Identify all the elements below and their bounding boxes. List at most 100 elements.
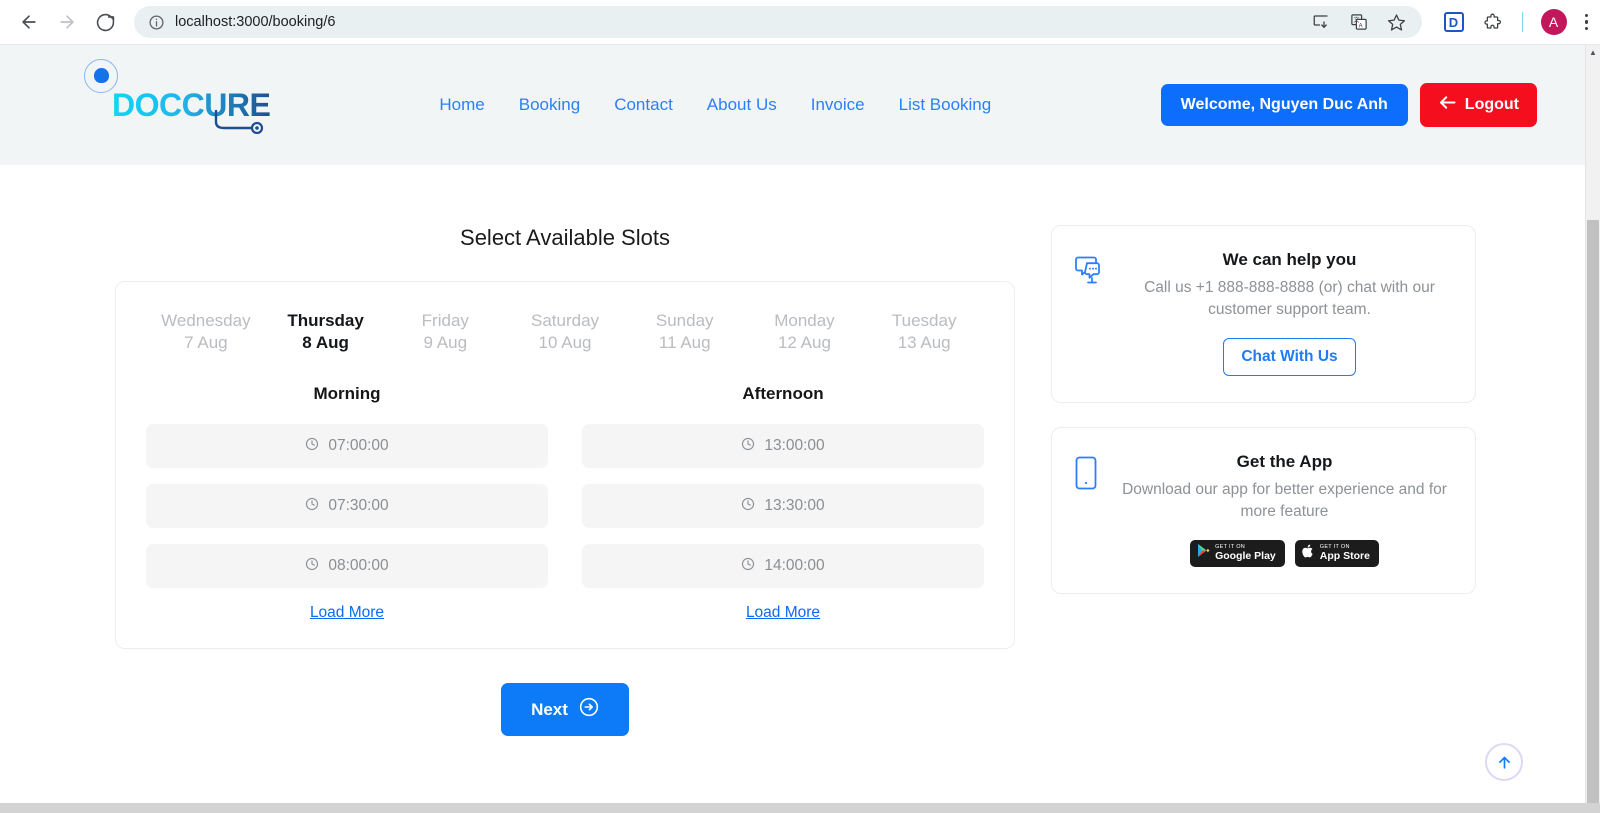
bookmark-star-icon[interactable] [1386,11,1408,33]
day-tab-date: 11 Aug [658,333,711,353]
arrow-left-icon [1438,95,1456,115]
browser-toolbar: localhost:3000/booking/6 文A D A [0,0,1600,45]
time-slot-button[interactable]: 13:30:00 [582,484,984,529]
nav-item-booking[interactable]: Booking [519,95,580,115]
chat-support-icon [1074,250,1108,376]
next-label: Next [531,699,568,719]
day-tab-weekday: Sunday [655,311,714,330]
site-info-icon[interactable] [148,14,165,31]
time-slot-label: 07:30:00 [328,497,389,515]
clock-icon [741,497,755,516]
web-page: DOCCURE Home Booking Contact About Us In… [0,45,1585,813]
day-tab-date: 9 Aug [423,333,468,353]
morning-slots: Morning 07:00:00 07:30:00 08:00:00 Load … [146,384,548,622]
day-tab-tuesday[interactable]: Tuesday 13 Aug [864,310,984,354]
day-tab-date: 13 Aug [897,333,951,353]
nav-item-about-us[interactable]: About Us [707,95,777,115]
os-taskbar [0,803,1600,813]
time-slot-button[interactable]: 14:00:00 [582,544,984,589]
clock-icon [305,497,319,516]
profile-avatar[interactable]: A [1540,9,1567,35]
time-slot-label: 08:00:00 [328,557,389,575]
help-card-title: We can help you [1222,250,1357,269]
day-tab-saturday[interactable]: Saturday 10 Aug [505,310,625,354]
time-slot-button[interactable]: 13:00:00 [582,424,984,469]
next-button-row: Next [115,683,1015,737]
google-play-icon [1197,543,1210,563]
google-play-name-label: Google Play [1215,549,1276,562]
chat-with-us-button[interactable]: Chat With Us [1223,337,1356,376]
afternoon-slots: Afternoon 13:00:00 13:30:00 14:00:00 Loa… [582,384,984,622]
install-app-icon[interactable] [1310,11,1332,33]
time-slot-label: 13:30:00 [764,497,825,515]
nav-item-invoice[interactable]: Invoice [811,95,865,115]
nav-item-list-booking[interactable]: List Booking [899,95,992,115]
day-tab-date: 8 Aug [302,333,349,353]
doccure-wordmark-icon: DOCCURE [112,88,271,134]
logout-button[interactable]: Logout [1419,83,1537,127]
day-tab-date: 7 Aug [184,333,228,353]
scroll-to-top-button[interactable] [1485,743,1523,781]
sidebar-column: We can help you Call us +1 888-888-8888 … [1051,225,1476,736]
nav-item-contact[interactable]: Contact [614,95,673,115]
reload-button[interactable] [88,5,122,39]
app-card-text: Download our app for better experience a… [1122,480,1447,521]
day-tab-date: 12 Aug [777,333,831,353]
extensions-puzzle-icon[interactable] [1482,11,1504,33]
time-slot-button[interactable]: 08:00:00 [146,544,548,589]
morning-heading: Morning [313,384,381,404]
next-button[interactable]: Next [501,683,629,737]
morning-load-more-link[interactable]: Load More [146,604,548,622]
header-actions: Welcome, Nguyen Duc Anh Logout [1160,83,1537,127]
day-tab-sunday[interactable]: Sunday 11 Aug [625,310,745,354]
google-play-badge[interactable]: GET IT ON Google Play [1190,539,1285,567]
logo-badge-icon [84,59,118,93]
main-navigation: Home Booking Contact About Us Invoice Li… [270,95,1161,115]
day-tab-thursday[interactable]: Thursday 8 Aug [266,310,386,354]
back-button[interactable] [12,5,46,39]
afternoon-load-more-link[interactable]: Load More [582,604,984,622]
day-tab-weekday: Tuesday [891,311,957,330]
scrollbar-up-arrow-icon[interactable]: ▲ [1586,45,1600,60]
apple-logo-icon [1302,543,1315,564]
toolbar-divider [1521,12,1523,32]
page-viewport: DOCCURE Home Booking Contact About Us In… [0,45,1600,813]
time-slot-label: 13:00:00 [764,437,825,455]
page-scrollbar[interactable]: ▲ ▼ [1585,45,1600,813]
app-store-badge[interactable]: GET IT ON App Store [1294,539,1379,567]
clock-icon [305,437,319,456]
arrow-right-circle-icon [579,697,599,722]
day-tab-weekday: Monday [774,311,835,330]
time-slot-label: 14:00:00 [764,557,825,575]
time-slot-button[interactable]: 07:00:00 [146,424,548,469]
day-tab-weekday: Friday [421,311,469,330]
app-store-name-label: App Store [1319,549,1370,562]
address-bar[interactable]: localhost:3000/booking/6 文A [134,6,1422,38]
forward-button[interactable] [50,5,84,39]
welcome-user-button[interactable]: Welcome, Nguyen Duc Anh [1160,84,1408,126]
slot-columns: Morning 07:00:00 07:30:00 08:00:00 Load … [146,384,984,622]
nav-item-home[interactable]: Home [439,95,484,115]
clock-icon [741,437,755,456]
page-content: Select Available Slots Wednesday 7 Aug T… [0,165,1585,737]
time-slot-button[interactable]: 07:30:00 [146,484,548,529]
site-header: DOCCURE Home Booking Contact About Us In… [0,45,1585,165]
day-tab-weekday: Thursday [287,311,364,330]
afternoon-heading: Afternoon [742,384,824,404]
clock-icon [305,557,319,576]
scrollbar-thumb[interactable] [1587,220,1599,805]
day-tab-friday[interactable]: Friday 9 Aug [385,310,505,354]
extension-d-icon[interactable]: D [1443,12,1464,32]
svg-text:A: A [1358,23,1362,29]
browser-extensions-area: D A [1426,9,1588,35]
day-tab-monday[interactable]: Monday 12 Aug [745,310,865,354]
help-card: We can help you Call us +1 888-888-8888 … [1051,225,1476,403]
store-badges: GET IT ON Google Play GET IT ON App Stor… [1116,539,1453,567]
clock-icon [741,557,755,576]
app-card: Get the App Download our app for better … [1051,426,1476,594]
translate-icon[interactable]: 文A [1348,11,1370,33]
day-tab-wednesday[interactable]: Wednesday 7 Aug [146,310,266,354]
site-logo[interactable]: DOCCURE [0,59,300,134]
browser-menu-icon[interactable] [1584,13,1588,31]
time-slot-label: 07:00:00 [328,437,389,455]
